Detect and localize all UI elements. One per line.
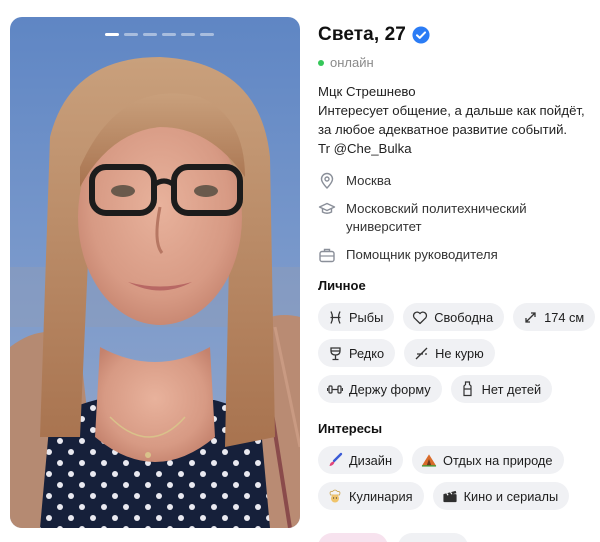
height-icon [522, 309, 538, 325]
chip-height[interactable]: 174 см [513, 303, 596, 331]
chip-interest-design[interactable]: Дизайн [318, 446, 404, 474]
interest-chips: Дизайн Отдых на природе Кулинария Кино и… [318, 446, 600, 510]
chip-label: 174 см [544, 309, 585, 325]
bio-line: Мцк Стрешнево [318, 84, 416, 99]
bio-line: за любое адекватное развитие событий. [318, 122, 568, 137]
online-dot-icon [318, 59, 324, 66]
chip-label: Держу форму [349, 381, 431, 397]
fact-city-label: Москва [346, 173, 392, 188]
wine-glass-icon [327, 345, 343, 361]
fact-job-label: Помощник руководителя [346, 247, 498, 262]
chip-interest-movies[interactable]: Кино и сериалы [432, 482, 570, 510]
photo-dot[interactable] [200, 33, 214, 36]
photo-dot[interactable] [143, 33, 157, 36]
profile-photo-image [10, 17, 300, 528]
briefcase-icon [319, 248, 335, 263]
photo-dot[interactable] [162, 33, 176, 36]
photo-pagination [105, 33, 214, 36]
photo-dot[interactable] [124, 33, 138, 36]
fact-education-label: Московский политехнический университет [346, 201, 527, 234]
chip-zodiac[interactable]: Рыбы [318, 303, 395, 331]
chip-label: Кулинария [349, 488, 413, 504]
personal-chips: Рыбы Свободна 174 см Редко Не курю Держу… [318, 303, 600, 403]
no-smoking-icon [413, 345, 429, 361]
camping-icon [421, 452, 437, 468]
dumbbell-icon [327, 381, 343, 397]
chip-label: Свободна [434, 309, 494, 325]
clipped-chip[interactable] [318, 533, 388, 542]
personal-section-title: Личное [318, 278, 366, 293]
clipped-chip[interactable] [398, 533, 468, 542]
bio-line: Tr @Che_Bulka [318, 141, 412, 156]
location-pin-icon [320, 172, 334, 189]
profile-photo[interactable] [10, 17, 300, 528]
clapperboard-icon [442, 488, 458, 504]
interests-section-title: Интересы [318, 421, 383, 436]
bottle-icon [460, 381, 476, 397]
chip-label: Кино и сериалы [463, 488, 559, 504]
chip-alcohol[interactable]: Редко [318, 339, 396, 367]
chip-label: Нет детей [481, 381, 542, 397]
chip-label: Рыбы [349, 309, 384, 325]
chip-fitness[interactable]: Держу форму [318, 375, 442, 403]
bio-line: Интересует общение, а дальше как пойдёт, [318, 103, 585, 118]
profile-info: Света, 27 онлайн Мцк Стрешнево Интересуе… [318, 24, 598, 510]
pisces-icon [327, 309, 343, 325]
graduation-cap-icon [318, 202, 336, 214]
heart-icon [412, 309, 428, 325]
chip-label: Отдых на природе [443, 452, 553, 468]
chip-label: Редко [349, 345, 385, 361]
fact-city: Москва [318, 172, 598, 190]
chip-label: Не курю [435, 345, 484, 361]
photo-dot[interactable] [181, 33, 195, 36]
bio-text: Мцк Стрешнево Интересует общение, а даль… [318, 82, 598, 158]
chip-children[interactable]: Нет детей [450, 375, 553, 403]
chef-icon [327, 488, 343, 504]
chip-interest-cooking[interactable]: Кулинария [318, 482, 424, 510]
paintbrush-icon [327, 452, 343, 468]
fact-job: Помощник руководителя [318, 246, 598, 264]
chip-interest-outdoors[interactable]: Отдых на природе [412, 446, 564, 474]
verified-check-icon [412, 26, 430, 44]
profile-facts: Москва Московский политехнический универ… [318, 172, 598, 264]
name-row: Света, 27 [318, 24, 598, 46]
fact-education: Московский политехнический университет [318, 200, 598, 236]
online-status: онлайн [318, 55, 598, 70]
profile-name: Света, 27 [318, 24, 406, 45]
chip-smoking[interactable]: Не курю [404, 339, 495, 367]
more-interest-chips-clipped [318, 533, 468, 542]
chip-label: Дизайн [349, 452, 393, 468]
online-label: онлайн [330, 55, 374, 70]
photo-dot-active[interactable] [105, 33, 119, 36]
chip-relationship[interactable]: Свободна [403, 303, 505, 331]
